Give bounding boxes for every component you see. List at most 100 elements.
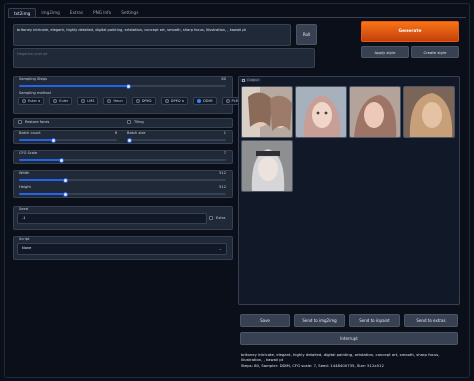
sampler-label: DPM2 a [170,99,185,103]
output-image-1[interactable] [241,86,293,138]
radio-dot [225,99,230,103]
sampling-steps-label: Sampling Steps [19,77,48,81]
sampler-label: DDIM [203,99,213,103]
sampling-method-group: Euler a Euler LMS Heun DPM2 DPM2 a DDIM … [18,97,245,105]
generate-button[interactable]: Generate [361,21,459,42]
generation-info: britoney intricate, elegant, highly deta… [241,352,461,368]
portrait-image-2 [296,87,346,137]
radio-dot [135,99,140,103]
cfg-panel [13,150,233,164]
batch-count-label: Batch count [19,131,41,135]
sampler-option-dpm2[interactable]: DPM2 [131,97,156,105]
prompt-text: britoney intricate, elegant, highly deta… [17,28,246,32]
tab-divider [8,17,466,18]
portrait-image-4 [404,87,454,137]
batch-count-value: 6 [114,131,117,135]
seed-value: -1 [22,216,26,220]
radio-dot [107,99,112,103]
apply-style-button[interactable]: Apply style [361,46,409,58]
script-select[interactable]: None ⌄ [17,243,227,255]
extra-checkbox[interactable]: Extra [209,216,226,220]
seed-input[interactable]: -1 [17,213,207,224]
roll-button[interactable]: Roll [296,24,317,45]
radio-dot [81,99,86,103]
prompt-input[interactable]: britoney intricate, elegant, highly deta… [13,24,291,46]
batch-count-handle[interactable] [51,137,56,143]
sampling-steps-handle[interactable] [126,83,131,89]
sampler-label: Euler [59,99,69,103]
batch-size-handle[interactable] [127,137,132,143]
output-label: Output [240,78,261,82]
script-label: Script [19,237,30,241]
sampling-panel [13,76,233,114]
save-button[interactable]: Save [240,314,290,327]
cfg-scale-label: CFG Scale [19,151,38,155]
sampling-steps-value: 80 [221,77,226,81]
cfg-scale-value: 7 [223,151,226,155]
send-to-inpaint-button[interactable]: Send to inpaint [349,314,400,327]
sampler-label: LMS [87,99,95,103]
width-slider[interactable] [19,177,226,183]
restore-faces-checkbox[interactable]: Restore faces [18,120,49,124]
batch-size-slider[interactable] [127,137,226,143]
sampling-steps-fill [19,85,129,87]
portrait-image-1 [242,87,292,137]
sampling-steps-slider[interactable] [19,83,226,89]
sampler-label: DPM2 [141,99,152,103]
width-value: 512 [219,171,226,175]
interrupt-button[interactable]: Interrupt [240,332,458,345]
output-image-2[interactable] [295,86,347,138]
output-label-text: Output [247,78,259,82]
cfg-scale-fill [19,159,61,161]
script-value: None [22,246,32,250]
image-icon [242,78,245,82]
batch-count-fill [19,139,54,141]
width-fill [19,179,65,181]
radio-dot [53,99,58,103]
extra-label: Extra [216,216,226,220]
batch-panel [13,130,233,144]
width-label: Width [19,171,30,175]
height-fill [19,193,65,195]
negative-prompt-input[interactable]: Negative prompt [13,48,315,68]
checkbox-box [127,120,131,124]
create-style-button[interactable]: Create style [411,46,459,58]
send-to-extras-button[interactable]: Send to extras [404,314,458,327]
radio-dot-selected [197,99,202,103]
restore-faces-label: Restore faces [25,120,50,124]
checkbox-box [209,216,213,220]
sampler-label: Heun [113,99,123,103]
portrait-image-3 [350,87,400,137]
seed-label: Seed [19,207,28,211]
height-value: 512 [219,185,226,189]
output-image-4[interactable] [403,86,455,138]
tiling-label: Tiling [134,120,144,124]
batch-size-value: 1 [223,131,226,135]
tiling-checkbox[interactable]: Tiling [127,120,144,124]
sampler-option-heun[interactable]: Heun [103,97,127,105]
generation-prompt-text: britoney intricate, elegant, highly deta… [241,352,440,363]
radio-dot [164,99,169,103]
sampler-option-lms[interactable]: LMS [77,97,99,105]
output-image-5[interactable] [241,140,293,192]
batch-count-slider[interactable] [19,137,117,143]
output-image-3[interactable] [349,86,401,138]
batch-size-label: Batch size [127,131,146,135]
chevron-down-icon: ⌄ [218,246,222,251]
sampler-option-euler[interactable]: Euler [49,97,73,105]
width-handle[interactable] [63,177,68,183]
sampler-option-euler-a[interactable]: Euler a [18,97,45,105]
sampler-option-dpm2-a[interactable]: DPM2 a [160,97,189,105]
cfg-scale-handle[interactable] [59,157,64,163]
generation-params-text: Steps: 80, Sampler: DDIM, CFG scale: 7, … [241,362,384,368]
negative-prompt-placeholder: Negative prompt [17,52,48,56]
sampler-label: Euler a [28,99,41,103]
sampling-method-label: Sampling method [19,91,51,95]
send-to-img2img-button[interactable]: Send to img2img [294,314,345,327]
checkbox-box [18,120,22,124]
height-slider[interactable] [19,191,226,197]
sampler-option-ddim[interactable]: DDIM [193,97,217,105]
portrait-image-5 [242,141,292,191]
height-handle[interactable] [63,191,68,197]
cfg-scale-slider[interactable] [19,157,226,163]
